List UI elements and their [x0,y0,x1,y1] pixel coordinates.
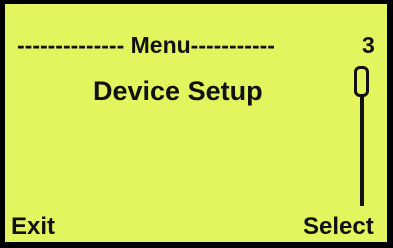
menu-header: -------------- Menu----------- [17,32,275,58]
scrollbar-thumb [354,66,369,97]
lcd-screen: -------------- Menu----------- 3 Device … [5,4,387,242]
exit-softkey[interactable]: Exit [11,215,55,239]
scrollbar-track [360,82,364,206]
lcd-display: -------------- Menu----------- 3 Device … [0,0,393,248]
menu-item-device-setup[interactable]: Device Setup [93,78,263,105]
select-softkey[interactable]: Select [303,215,374,239]
page-number: 3 [362,32,375,58]
